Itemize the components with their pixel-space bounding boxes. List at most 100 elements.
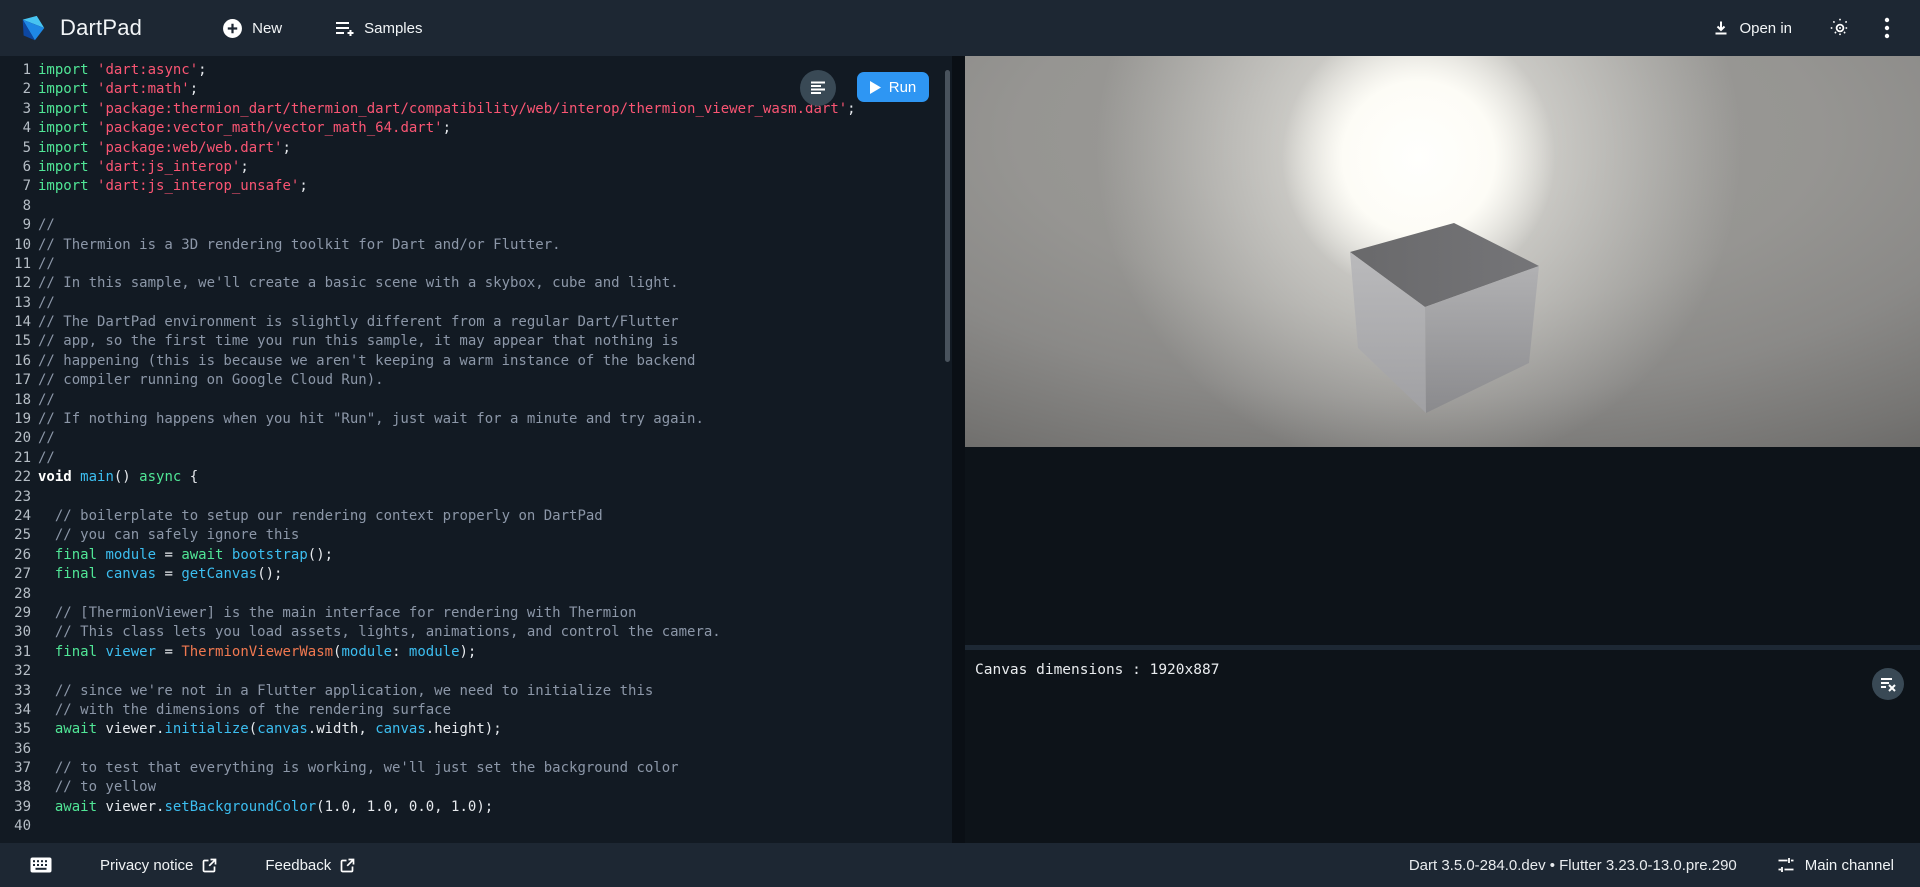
line-number: 27: [0, 565, 38, 584]
code-line[interactable]: 5import 'package:web/web.dart';: [0, 139, 952, 158]
editor-scrollbar-thumb[interactable]: [945, 70, 950, 362]
line-number: 35: [0, 720, 38, 739]
code-line[interactable]: 30 // This class lets you load assets, l…: [0, 623, 952, 642]
privacy-notice-label: Privacy notice: [100, 857, 193, 874]
privacy-notice-link[interactable]: Privacy notice: [94, 853, 223, 878]
code-lines[interactable]: 1import 'dart:async';2import 'dart:math'…: [0, 56, 952, 837]
line-number: 3: [0, 100, 38, 119]
code-line[interactable]: 26 final module = await bootstrap();: [0, 546, 952, 565]
clear-console-icon: [1880, 677, 1896, 692]
dartpad-logo-icon: [18, 12, 48, 44]
code-line[interactable]: 11//: [0, 255, 952, 274]
new-button-label: New: [252, 20, 282, 37]
format-align-icon: [810, 81, 826, 95]
play-icon: [870, 81, 881, 94]
line-number: 4: [0, 119, 38, 138]
code-line[interactable]: 10// Thermion is a 3D rendering toolkit …: [0, 236, 952, 255]
clear-console-button[interactable]: [1872, 668, 1904, 700]
code-line[interactable]: 28: [0, 585, 952, 604]
run-button[interactable]: Run: [857, 72, 929, 102]
line-number: 33: [0, 682, 38, 701]
code-line[interactable]: 18//: [0, 391, 952, 410]
code-line[interactable]: 27 final canvas = getCanvas();: [0, 565, 952, 584]
line-number: 14: [0, 313, 38, 332]
code-line[interactable]: 17// compiler running on Google Cloud Ru…: [0, 371, 952, 390]
samples-button-label: Samples: [364, 20, 422, 37]
theme-toggle-button[interactable]: [1826, 14, 1854, 42]
code-line[interactable]: 20//: [0, 429, 952, 448]
keyboard-shortcuts-button[interactable]: [24, 853, 58, 877]
format-button[interactable]: [800, 70, 836, 106]
feedback-label: Feedback: [265, 857, 331, 874]
open-in-new-icon: [202, 858, 217, 873]
feedback-link[interactable]: Feedback: [259, 853, 361, 878]
open-in-label: Open in: [1739, 20, 1792, 37]
code-line[interactable]: 37 // to test that everything is working…: [0, 759, 952, 778]
code-line[interactable]: 36: [0, 740, 952, 759]
line-number: 24: [0, 507, 38, 526]
line-number: 13: [0, 294, 38, 313]
open-in-new-icon: [340, 858, 355, 873]
line-number: 11: [0, 255, 38, 274]
line-number: 2: [0, 80, 38, 99]
channel-label: Main channel: [1805, 857, 1894, 874]
playlist-add-icon: [334, 18, 355, 38]
code-line[interactable]: 15// app, so the first time you run this…: [0, 332, 952, 351]
line-number: 17: [0, 371, 38, 390]
code-line[interactable]: 7import 'dart:js_interop_unsafe';: [0, 177, 952, 196]
code-line[interactable]: 22void main() async {: [0, 468, 952, 487]
code-line[interactable]: 19// If nothing happens when you hit "Ru…: [0, 410, 952, 429]
code-line[interactable]: 34 // with the dimensions of the renderi…: [0, 701, 952, 720]
open-in-button[interactable]: Open in: [1704, 13, 1800, 43]
code-line[interactable]: 39 await viewer.setBackgroundColor(1.0, …: [0, 798, 952, 817]
console-panel: Canvas dimensions : 1920x887: [965, 650, 1920, 843]
code-line[interactable]: 16// happening (this is because we aren'…: [0, 352, 952, 371]
code-line[interactable]: 32: [0, 662, 952, 681]
code-line[interactable]: 13//: [0, 294, 952, 313]
line-number: 32: [0, 662, 38, 681]
brand: DartPad: [18, 12, 142, 44]
code-line[interactable]: 25 // you can safely ignore this: [0, 526, 952, 545]
line-number: 5: [0, 139, 38, 158]
code-line[interactable]: 24 // boilerplate to setup our rendering…: [0, 507, 952, 526]
code-line[interactable]: 40: [0, 817, 952, 836]
code-line[interactable]: 6import 'dart:js_interop';: [0, 158, 952, 177]
code-line[interactable]: 9//: [0, 216, 952, 235]
code-line[interactable]: 12// In this sample, we'll create a basi…: [0, 274, 952, 293]
code-line[interactable]: 33 // since we're not in a Flutter appli…: [0, 682, 952, 701]
line-number: 25: [0, 526, 38, 545]
code-line[interactable]: 23: [0, 488, 952, 507]
code-line[interactable]: 38 // to yellow: [0, 778, 952, 797]
code-line[interactable]: 14// The DartPad environment is slightly…: [0, 313, 952, 332]
line-number: 9: [0, 216, 38, 235]
code-line[interactable]: 31 final viewer = ThermionViewerWasm(mod…: [0, 643, 952, 662]
line-number: 36: [0, 740, 38, 759]
line-number: 29: [0, 604, 38, 623]
line-number: 6: [0, 158, 38, 177]
overflow-menu-button[interactable]: [1880, 13, 1894, 43]
code-line[interactable]: 4import 'package:vector_math/vector_math…: [0, 119, 952, 138]
line-number: 26: [0, 546, 38, 565]
code-editor[interactable]: 1import 'dart:async';2import 'dart:math'…: [0, 56, 952, 843]
code-line[interactable]: 35 await viewer.initialize(canvas.width,…: [0, 720, 952, 739]
code-line[interactable]: 29 // [ThermionViewer] is the main inter…: [0, 604, 952, 623]
new-button[interactable]: New: [214, 12, 290, 45]
line-number: 19: [0, 410, 38, 429]
line-number: 7: [0, 177, 38, 196]
line-number: 8: [0, 197, 38, 216]
samples-button[interactable]: Samples: [326, 12, 430, 44]
line-number: 23: [0, 488, 38, 507]
output-panel: Canvas dimensions : 1920x887: [965, 56, 1920, 843]
download-icon: [1712, 19, 1730, 37]
code-line[interactable]: 8: [0, 197, 952, 216]
code-line[interactable]: 21//: [0, 449, 952, 468]
cube-3d: [965, 56, 1920, 447]
sdk-version-text: Dart 3.5.0-284.0.dev • Flutter 3.23.0-13…: [1409, 857, 1737, 874]
line-number: 12: [0, 274, 38, 293]
line-number: 22: [0, 468, 38, 487]
render-canvas: [965, 56, 1920, 447]
line-number: 20: [0, 429, 38, 448]
line-number: 37: [0, 759, 38, 778]
channel-selector[interactable]: Main channel: [1777, 856, 1894, 874]
app-title: DartPad: [60, 15, 142, 41]
